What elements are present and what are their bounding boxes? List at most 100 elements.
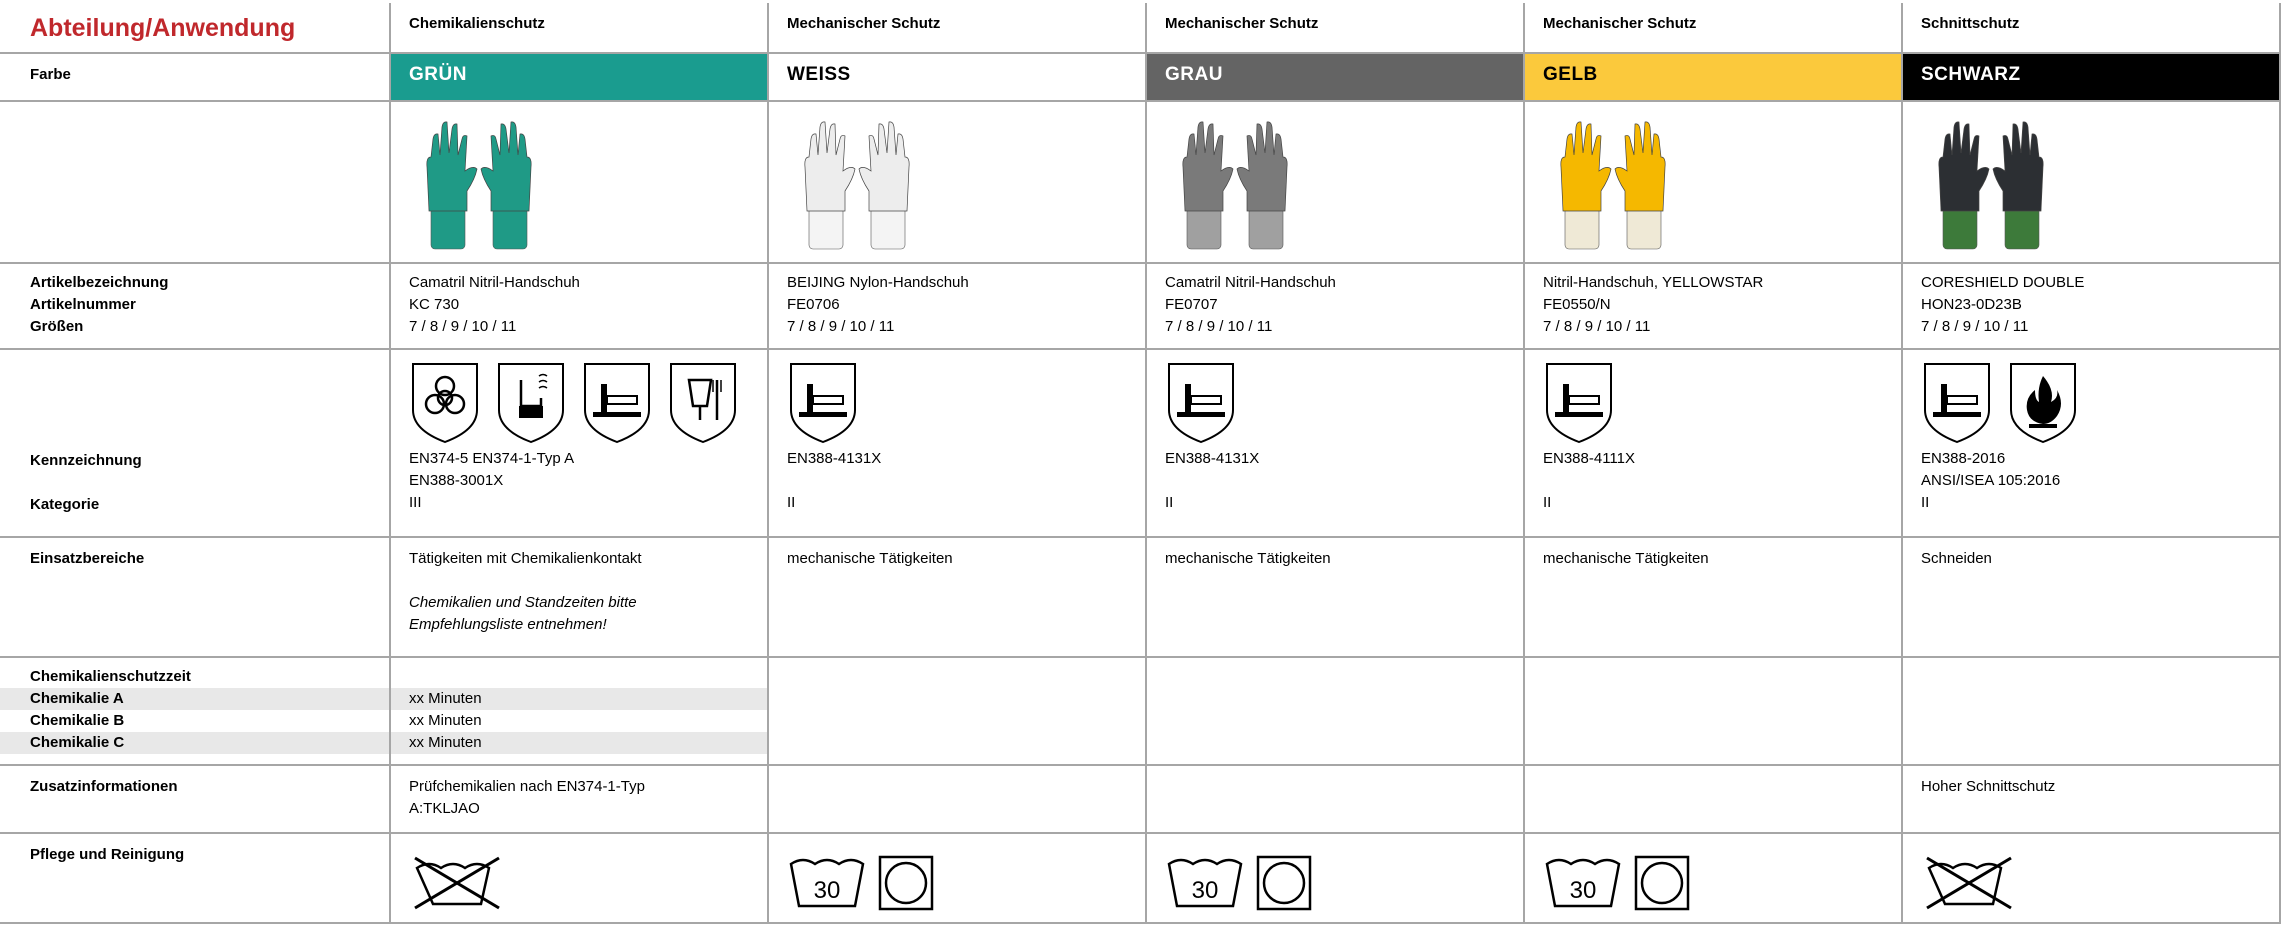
usage-text: Schneiden xyxy=(1921,550,1992,567)
article-name: BEIJING Nylon-Handschuh xyxy=(787,274,969,291)
row-label-artikelnummer: Artikelnummer xyxy=(30,296,136,313)
care-symbols xyxy=(391,834,767,919)
article-sizes: 7 / 8 / 9 / 10 / 11 xyxy=(1921,318,2029,335)
article-sizes: 7 / 8 / 9 / 10 / 11 xyxy=(787,318,895,335)
wash-30-icon: 30 xyxy=(1543,854,1623,919)
row-label-chemikalienschutzzeit: Chemikalienschutzzeit xyxy=(30,668,191,685)
row-label-chemikalie-c: Chemikalie C xyxy=(0,732,389,754)
pictogram-group xyxy=(1525,350,1901,448)
care-row: Pflege und Reinigung 30 30 30 xyxy=(0,832,2281,924)
marking-row: Kennzeichnung Kategorie EN374-5 EN374-1-… xyxy=(0,348,2281,538)
glove-image xyxy=(769,102,1145,260)
pictogram-group xyxy=(391,350,767,448)
color-swatch-cell: SCHWARZ xyxy=(1901,52,2281,102)
article-number: KC 730 xyxy=(409,296,460,313)
mechanical-hammer-icon xyxy=(1165,360,1237,448)
article-name: Camatril Nitril-Handschuh xyxy=(1165,274,1336,291)
care-symbols: 30 xyxy=(1147,834,1523,919)
row-label-zusatzinformationen: Zusatzinformationen xyxy=(30,778,178,795)
column-category: Mechanischer Schutz xyxy=(1543,15,1697,32)
article-name: CORESHIELD DOUBLE xyxy=(1921,274,2085,291)
page-title-cell: Abteilung/Anwendung xyxy=(0,3,391,54)
usage-note: Chemikalien und Standzeiten bitte Empfeh… xyxy=(409,594,637,633)
color-name: GELB xyxy=(1543,64,1598,85)
row-label-groessen: Größen xyxy=(30,318,84,335)
article-sizes: 7 / 8 / 9 / 10 / 11 xyxy=(1165,318,1273,335)
care-symbols: 30 xyxy=(769,834,1145,919)
biohazard-icon xyxy=(409,360,481,448)
extra-info-row: Zusatzinformationen Prüfchemikalien nach… xyxy=(0,764,2281,834)
article-name: Nitril-Handschuh, YELLOWSTAR xyxy=(1543,274,1764,291)
tumble-dry-icon xyxy=(1633,854,1691,919)
marking-line: EN388-4131X xyxy=(787,450,882,467)
article-number: FE0706 xyxy=(787,296,840,313)
pictogram-group xyxy=(1147,350,1523,448)
marking-line: ANSI/ISEA 105:2016 xyxy=(1921,472,2061,489)
row-label-kennzeichnung: Kennzeichnung xyxy=(30,452,142,469)
glove-image xyxy=(1147,102,1523,260)
extra-info xyxy=(1147,766,1523,776)
row-label-einsatzbereiche: Einsatzbereiche xyxy=(30,550,145,567)
category-level: III xyxy=(409,494,422,511)
svg-text:30: 30 xyxy=(1570,877,1597,904)
color-name: SCHWARZ xyxy=(1921,64,2021,85)
care-symbols xyxy=(1903,834,2279,919)
category-level: II xyxy=(1921,494,1930,511)
article-row: Artikelbezeichnung Artikelnummer Größen … xyxy=(0,262,2281,350)
marking-text: EN388-4111X xyxy=(1543,448,1887,492)
marking-line: EN388-4111X xyxy=(1543,450,1636,467)
food-safe-icon xyxy=(667,360,739,448)
color-name: GRAU xyxy=(1165,64,1223,85)
chemical-flask-icon xyxy=(495,360,567,448)
no-wash-icon xyxy=(409,854,505,919)
pictogram-group xyxy=(1903,350,2279,448)
color-row: Farbe GRÜN WEISS GRAU GELB SCHWARZ xyxy=(0,52,2281,102)
chemical-time-a: xx Minuten xyxy=(391,688,767,710)
chemical-time-c: xx Minuten xyxy=(391,732,767,754)
extra-info: Prüfchemikalien nach EN374-1-Typ A:TKLJA… xyxy=(409,778,645,817)
article-sizes: 7 / 8 / 9 / 10 / 11 xyxy=(1543,318,1651,335)
mechanical-hammer-icon xyxy=(581,360,653,448)
glove-comparison-table: Abteilung/Anwendung Chemikalienschutz Me… xyxy=(0,3,2281,924)
usage-text: mechanische Tätigkeiten xyxy=(1543,550,1709,567)
color-name: WEISS xyxy=(787,64,851,85)
category-level: II xyxy=(1165,494,1174,511)
category-level: II xyxy=(787,494,796,511)
column-category: Mechanischer Schutz xyxy=(1165,15,1319,32)
extra-info xyxy=(1525,766,1901,776)
usage-row: Einsatzbereiche Tätigkeiten mit Chemikal… xyxy=(0,536,2281,658)
color-name: GRÜN xyxy=(409,64,467,85)
pictogram-group xyxy=(769,350,1145,448)
marking-line: EN388-2016 xyxy=(1921,450,2006,467)
mechanical-hammer-icon xyxy=(1921,360,1993,448)
wash-30-icon: 30 xyxy=(1165,854,1245,919)
article-number: HON23-0D23B xyxy=(1921,296,2022,313)
row-label-artikelbezeichnung: Artikelbezeichnung xyxy=(30,274,169,291)
image-row xyxy=(0,100,2281,264)
chemical-time-b: xx Minuten xyxy=(409,712,482,729)
glove-overview-page: Abteilung/Anwendung Chemikalienschutz Me… xyxy=(0,0,2287,932)
mechanical-hammer-icon xyxy=(1543,360,1615,448)
color-swatch-cell: GRAU xyxy=(1145,52,1525,102)
wash-30-icon: 30 xyxy=(787,854,867,919)
no-wash-icon xyxy=(1921,854,2017,919)
article-sizes: 7 / 8 / 9 / 10 / 11 xyxy=(409,318,517,335)
color-swatch-cell: GRÜN xyxy=(389,52,769,102)
article-number: FE0707 xyxy=(1165,296,1218,313)
marking-text: EN374-5 EN374-1-Typ A EN388-3001X xyxy=(409,448,753,492)
usage-text: Tätigkeiten mit Chemikalienkontakt xyxy=(409,550,642,567)
tumble-dry-icon xyxy=(1255,854,1313,919)
marking-line: EN388-4131X xyxy=(1165,450,1260,467)
color-swatch-cell: WEISS xyxy=(767,52,1147,102)
glove-image xyxy=(1525,102,1901,260)
glove-image xyxy=(1903,102,2279,260)
column-category: Mechanischer Schutz xyxy=(787,15,941,32)
header-row: Abteilung/Anwendung Chemikalienschutz Me… xyxy=(0,3,2281,54)
row-label-chemikalie-a: Chemikalie A xyxy=(0,688,389,710)
care-symbols: 30 xyxy=(1525,834,1901,919)
article-name: Camatril Nitril-Handschuh xyxy=(409,274,580,291)
row-label-kategorie: Kategorie xyxy=(30,496,100,513)
color-swatch-cell: GELB xyxy=(1523,52,1903,102)
chemical-times-row: Chemikalienschutzzeit Chemikalie A Chemi… xyxy=(0,656,2281,766)
article-number: FE0550/N xyxy=(1543,296,1611,313)
